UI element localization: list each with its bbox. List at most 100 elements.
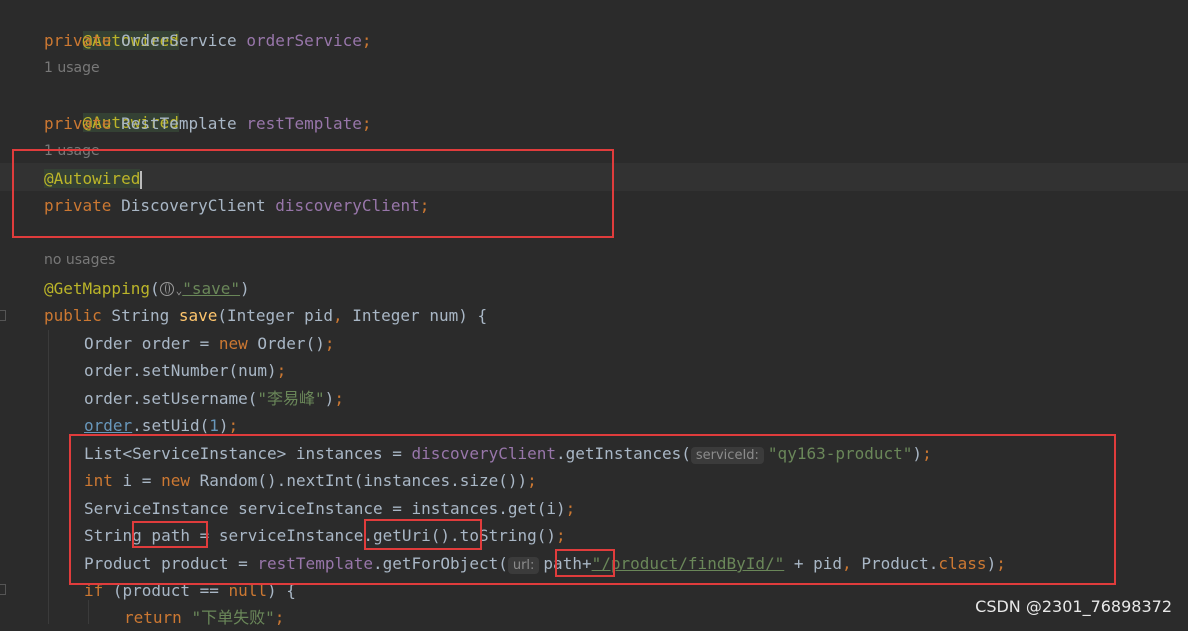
globe-icon[interactable]	[159, 282, 174, 296]
code-line[interactable]: private DiscoveryClient discoveryClient;	[44, 192, 429, 219]
field-name: orderService	[246, 31, 362, 50]
paren: (	[149, 279, 160, 298]
keyword: public	[44, 306, 102, 325]
type-name: OrderService	[121, 31, 237, 50]
keyword: private	[44, 114, 112, 133]
code-text: String path = serviceInstance.getUri().t…	[84, 526, 557, 545]
string-literal: "qy163-product"	[767, 444, 913, 463]
code-text: Product product =	[84, 554, 258, 573]
parameter-hint: url:	[507, 557, 540, 574]
fold-marker[interactable]	[0, 584, 6, 595]
code-line[interactable]: if (product == null) {	[84, 577, 296, 604]
fold-marker[interactable]	[0, 310, 6, 321]
code-text: List<ServiceInstance> instances =	[84, 444, 412, 463]
mapping-path-link[interactable]: "save"	[182, 279, 240, 298]
code-text: ServiceInstance serviceInstance = instan…	[84, 499, 566, 518]
code-text: Random().nextInt(instances.size())	[189, 471, 528, 490]
semicolon: ;	[556, 526, 566, 545]
code-text: (product ==	[103, 581, 229, 600]
code-text: .getForObject(	[372, 554, 508, 573]
semicolon: ;	[361, 31, 372, 50]
code-text: )	[324, 389, 335, 408]
code-text: Product.	[851, 554, 939, 573]
parameter-hint: serviceId:	[690, 447, 764, 464]
code-text: )	[986, 554, 997, 573]
code-line[interactable]: public String save(Integer pid, Integer …	[44, 302, 487, 329]
code-line[interactable]: int i = new Random().nextInt(instances.s…	[84, 467, 537, 494]
code-text: order.setNumber(num)	[84, 361, 277, 380]
code-text: Order order =	[84, 334, 219, 353]
annotation: @Autowired	[44, 169, 141, 188]
code-line[interactable]: @GetMapping(⌄"save")	[44, 275, 250, 302]
code-text: ) {	[267, 581, 296, 600]
semicolon: ;	[334, 389, 344, 408]
text-caret	[140, 170, 143, 189]
semicolon: ;	[324, 334, 335, 353]
keyword: private	[44, 31, 112, 50]
code-line[interactable]: @Autowired	[44, 165, 143, 192]
field-name: discoveryClient	[411, 444, 557, 463]
string-literal: "下单失败"	[191, 608, 275, 627]
watermark: CSDN @2301_76898372	[975, 597, 1172, 616]
keyword: new	[161, 471, 190, 490]
keyword: if	[84, 581, 104, 600]
code-line[interactable]: @Autowired	[44, 0, 179, 50]
code-line[interactable]: private RestTemplate restTemplate;	[44, 110, 372, 137]
code-line[interactable]: List<ServiceInstance> instances = discov…	[84, 440, 932, 467]
paren: )	[240, 279, 250, 298]
code-text: String	[101, 306, 179, 325]
code-text: Integer num) {	[342, 306, 488, 325]
indent-guide	[48, 330, 49, 624]
usage-hint[interactable]: 1 usage	[44, 138, 100, 165]
annotation: @GetMapping	[44, 279, 150, 298]
usage-hint[interactable]: no usages	[44, 247, 115, 274]
keyword: return	[124, 608, 182, 627]
code-line[interactable]: @Autowired	[44, 82, 179, 132]
string-literal: "李易峰"	[257, 389, 325, 408]
code-line[interactable]: ServiceInstance serviceInstance = instan…	[84, 495, 575, 522]
keyword: new	[218, 334, 248, 353]
code-text: .getInstances(	[556, 444, 691, 463]
keyword: int	[84, 471, 113, 490]
code-text: i =	[112, 471, 162, 490]
number-literal: 1	[209, 416, 219, 435]
field-name: discoveryClient	[275, 196, 420, 215]
type-name: RestTemplate	[121, 114, 237, 133]
field-name: order	[84, 416, 133, 435]
keyword: class	[938, 554, 987, 573]
semicolon: ;	[565, 499, 576, 518]
type-name: DiscoveryClient	[121, 196, 266, 215]
keyword: null	[228, 581, 268, 600]
semicolon: ;	[228, 416, 239, 435]
semicolon: ;	[419, 196, 430, 215]
comma: ,	[842, 554, 852, 573]
code-line[interactable]: private OrderService orderService;	[44, 27, 372, 54]
comma: ,	[332, 306, 343, 325]
semicolon: ;	[361, 114, 372, 133]
semicolon: ;	[276, 361, 287, 380]
code-line[interactable]: order.setNumber(num);	[84, 357, 286, 384]
current-line-highlight	[0, 163, 1188, 191]
usage-hint[interactable]: 1 usage	[44, 55, 100, 82]
code-text: order.setUsername(	[84, 389, 258, 408]
code-line[interactable]: Order order = new Order();	[84, 330, 334, 357]
semicolon: ;	[527, 471, 537, 490]
code-line[interactable]: order.setUsername("李易峰");	[84, 385, 344, 412]
field-name: restTemplate	[246, 114, 362, 133]
method-name: save	[178, 306, 218, 325]
code-text: )	[912, 444, 923, 463]
code-text: Order()	[247, 334, 325, 353]
keyword: private	[44, 196, 112, 215]
code-line[interactable]: Product product = restTemplate.getForObj…	[84, 550, 1006, 577]
semicolon: ;	[996, 554, 1006, 573]
code-line[interactable]: order.setUid(1);	[84, 412, 238, 439]
code-line[interactable]: return "下单失败";	[124, 604, 284, 631]
code-line[interactable]: String path = serviceInstance.getUri().t…	[84, 522, 566, 549]
code-text: + pid	[784, 554, 843, 573]
code-text: )	[218, 416, 229, 435]
code-text: (Integer pid	[217, 306, 333, 325]
url-string-link[interactable]: "/product/findById/"	[592, 554, 785, 573]
semicolon: ;	[922, 444, 932, 463]
code-text: path+	[543, 554, 592, 573]
code-text: .setUid(	[132, 416, 210, 435]
